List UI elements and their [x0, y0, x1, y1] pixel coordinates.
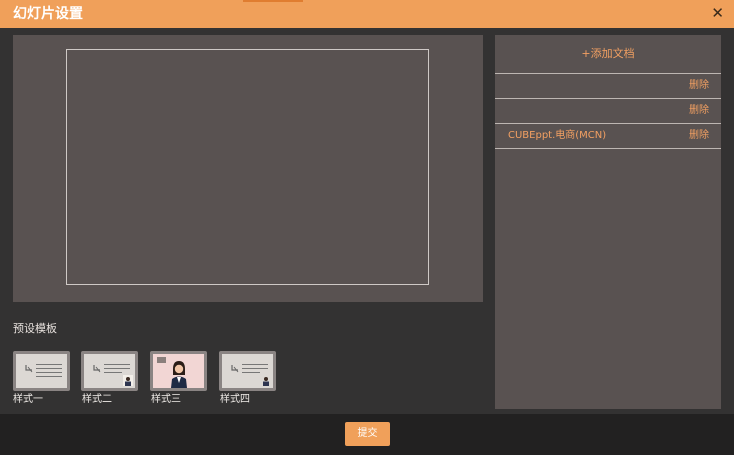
template-thumbnail [222, 354, 273, 388]
document-row: 删除 [495, 99, 721, 124]
template-style-2[interactable] [81, 351, 138, 391]
template-label: 样式三 [151, 394, 181, 405]
dialog-title: 幻灯片设置 [13, 6, 83, 22]
delete-document-button[interactable]: 删除 [689, 129, 709, 143]
presenter-icon [171, 361, 187, 388]
template-thumbnail [84, 354, 135, 388]
delete-document-button[interactable]: 删除 [689, 79, 709, 93]
template-style-4[interactable] [219, 351, 276, 391]
template-label: 样式二 [82, 394, 112, 405]
layout-icon [25, 365, 33, 373]
document-row: 删除 [495, 74, 721, 99]
template-label: 样式一 [13, 394, 43, 405]
document-panel: +添加文档 删除 删除 CUBEppt.电商(MCN) 删除 [495, 35, 721, 409]
layout-icon [93, 365, 101, 373]
template-style-1[interactable] [13, 351, 70, 391]
template-label: 样式四 [220, 394, 250, 405]
document-name: CUBEppt.电商(MCN) [508, 130, 607, 141]
layout-icon [231, 365, 239, 373]
dialog-titlebar: 幻灯片设置 ✕ [0, 0, 734, 28]
slide-preview [13, 35, 483, 302]
presenter-icon [263, 377, 269, 386]
template-thumbnail [153, 354, 204, 388]
add-document-button[interactable]: +添加文档 [495, 35, 721, 74]
delete-document-button[interactable]: 删除 [689, 104, 709, 118]
templates-label: 预设模板 [13, 322, 57, 335]
template-thumbnail [16, 354, 67, 388]
slideshow-settings-dialog: 幻灯片设置 ✕ 预设模板 样式一 样式二 样式三 样式四 +添加文档 删除 删除… [0, 0, 734, 455]
presenter-icon [123, 375, 133, 386]
template-style-3[interactable] [150, 351, 207, 391]
close-icon[interactable]: ✕ [711, 4, 724, 22]
slide-frame [66, 49, 429, 285]
titlebar-accent [243, 0, 303, 2]
submit-button[interactable]: 提交 [345, 422, 390, 446]
document-row: CUBEppt.电商(MCN) 删除 [495, 124, 721, 149]
